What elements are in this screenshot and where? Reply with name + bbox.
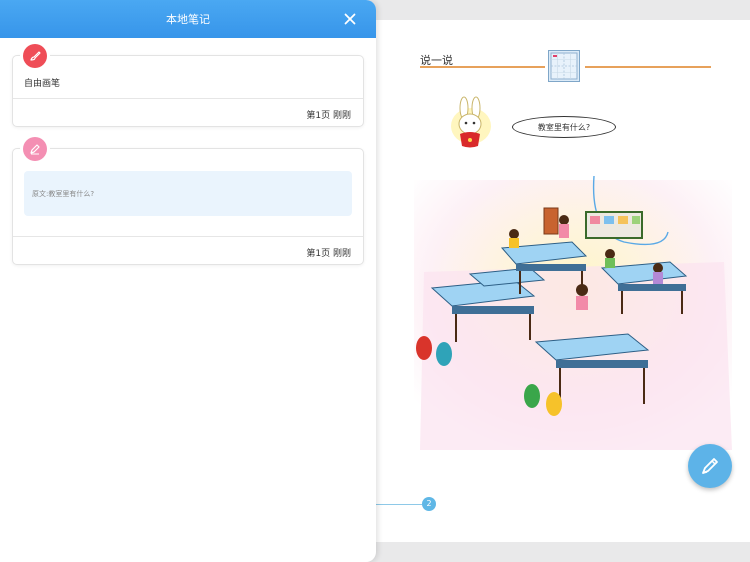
pencil-icon [30, 144, 40, 155]
note-title: 自由画笔 [24, 79, 61, 89]
card-divider [13, 98, 363, 99]
page-number-connector [376, 504, 422, 505]
panel-header: 本地笔记 [0, 0, 376, 38]
note-card[interactable]: 自由画笔 第1页 刚刚 [12, 44, 364, 127]
card-divider [13, 236, 363, 237]
bunny-mascot-icon [451, 96, 491, 148]
title-underline-left [420, 66, 545, 68]
classroom-illustration [414, 175, 732, 450]
note-meta: 第1页 刚刚 [306, 249, 351, 259]
close-button[interactable] [340, 9, 360, 29]
local-notes-panel: 本地笔记 自由画笔 第1页 刚刚 原文:教室里有什么? 第1页 刚刚 [0, 0, 376, 562]
page-number-badge[interactable]: 2 [422, 497, 436, 511]
note-type-badge [23, 44, 47, 68]
pencil-icon [702, 458, 718, 474]
note-meta: 第1页 刚刚 [306, 111, 351, 121]
panel-title: 本地笔记 [166, 13, 210, 26]
speech-bubble: 教室里有什么? [512, 116, 616, 138]
writing-grid-icon [548, 50, 580, 82]
brush-icon [30, 51, 41, 61]
pen-tool-button[interactable] [688, 444, 732, 488]
note-type-badge [23, 137, 47, 161]
note-quote: 原文:教室里有什么? [24, 171, 352, 216]
title-underline-right [585, 66, 711, 68]
note-card[interactable]: 原文:教室里有什么? 第1页 刚刚 [12, 137, 364, 265]
app-screen: 说一说 教室里有什么? 2 本地笔记 自由画笔 第1页 刚刚 原文:教室里有什么… [0, 0, 750, 562]
close-icon [344, 13, 356, 25]
